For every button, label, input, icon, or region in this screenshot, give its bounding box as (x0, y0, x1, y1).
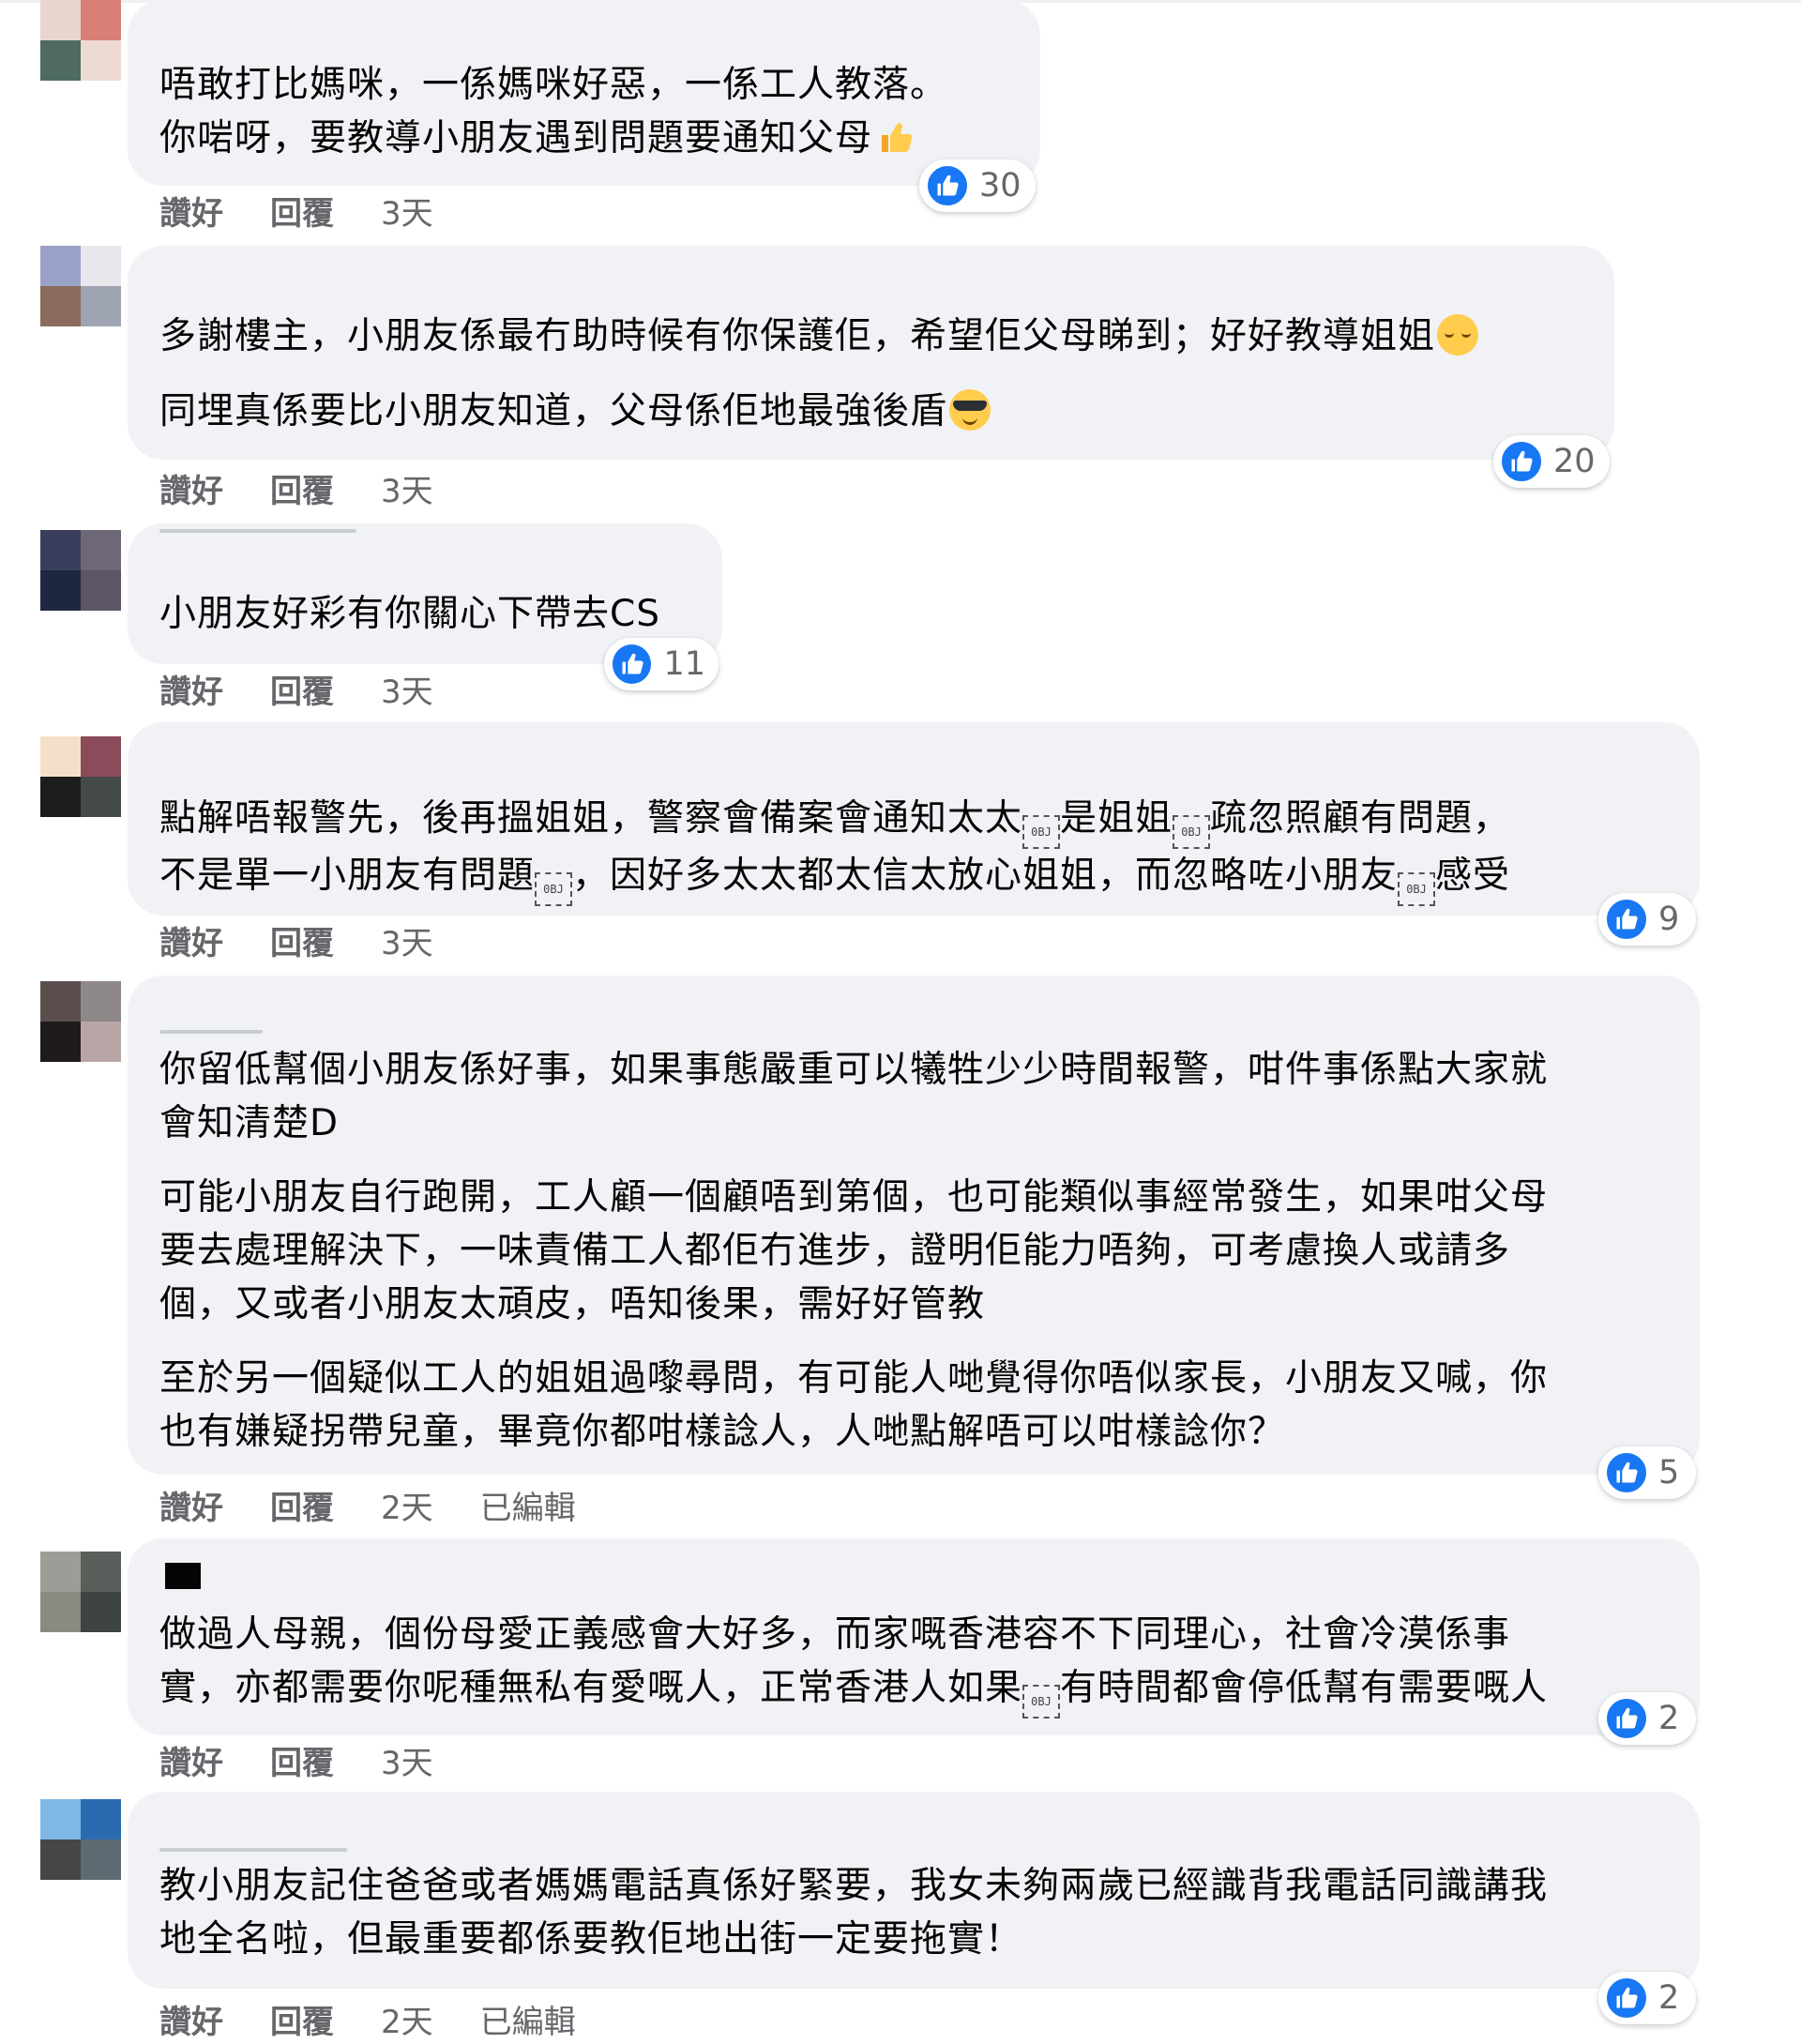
author-name-redacted[interactable] (165, 1563, 201, 1589)
comment-1: 唔敢打比媽咪，一係媽咪好惡，一係工人教落。 你啱呀，要教導小朋友遇到問題要通知父… (0, 0, 1801, 239)
reaction-count: 20 (1553, 443, 1596, 480)
like-button[interactable]: 讚好 (159, 917, 223, 963)
comment-7: 教小朋友記住爸爸或者媽媽電話真係好緊要，我女未夠兩歲已經識背我電話同識講我 地全… (0, 1792, 1801, 2044)
reactions-badge[interactable]: 20 (1493, 435, 1610, 488)
like-reaction-icon (1604, 1450, 1649, 1495)
comment-timestamp[interactable]: 2天 (381, 1482, 433, 1528)
missing-glyph-icon: 0BJ (535, 872, 573, 906)
missing-glyph-icon: 0BJ (1398, 872, 1436, 906)
reply-button[interactable]: 回覆 (270, 1996, 334, 2042)
comment-3: 小朋友好彩有你關心下帶去CS 11 讚好 回覆 3天 (0, 523, 1801, 711)
comment-text: 同埋真係要比小朋友知道，父母係佢地最強後盾 (159, 385, 1582, 438)
comment-text: 至於另一個疑似工人的姐姐過嚟尋問，有可能人哋覺得你唔似家長，小朋友又喊，你 也有… (159, 1357, 1549, 1453)
comment-timestamp[interactable]: 3天 (381, 188, 433, 234)
comment-actions: 讚好 回覆 2天 已編輯 (159, 1996, 576, 2042)
like-reaction-icon (1604, 1976, 1649, 2021)
comment-text: 你留低幫個小朋友係好事，如果事態嚴重可以犧牲少少時間報警，咁件事係點大家就 會知… (159, 1049, 1549, 1144)
missing-glyph-icon: 0BJ (1173, 815, 1211, 849)
comment-timestamp[interactable]: 2天 (381, 1996, 433, 2042)
comment-text: 點解唔報警先，後再搵姐姐，警察會備案會通知太太 0BJ 是姐姐 0BJ 疏忽照顧有問題，… (159, 792, 1668, 906)
comment-6: 做過人母親，個份母愛正義感會大好多，而家嘅香港容不下同理心，社會冷漠係事 實，亦… (0, 1538, 1801, 1784)
avatar[interactable] (40, 0, 121, 81)
missing-glyph-icon: 0BJ (1022, 815, 1061, 849)
reaction-count: 2 (1658, 1979, 1680, 2017)
thumbs-up-emoji-icon (874, 116, 916, 158)
comment-bubble: 多謝樓主，小朋友係最冇助時候有你保護佢，希望佢父母睇到；好好教導姐姐 同埋真係要… (128, 246, 1614, 460)
sunglasses-face-emoji-icon (949, 389, 991, 431)
reply-button[interactable]: 回覆 (270, 465, 334, 511)
missing-glyph-icon: 0BJ (1022, 1685, 1061, 1718)
comment-text: 做過人母親，個份母愛正義感會大好多，而家嘅香港容不下同理心，社會冷漠係事 實，亦… (159, 1608, 1668, 1718)
comment-actions: 讚好 回覆 3天 (159, 465, 433, 511)
reply-button[interactable]: 回覆 (270, 666, 334, 712)
avatar[interactable] (40, 246, 121, 326)
comment-text: 教小朋友記住爸爸或者媽媽電話真係好緊要，我女未夠兩歲已經識背我電話同識講我 地全… (159, 1865, 1549, 1961)
like-button[interactable]: 讚好 (159, 465, 223, 511)
like-reaction-icon (925, 163, 970, 208)
edited-label: 已編輯 (479, 2004, 576, 2041)
like-reaction-icon (1604, 1696, 1649, 1741)
comment-actions: 讚好 回覆 3天 (159, 1737, 433, 1783)
comment-actions: 讚好 回覆 3天 (159, 666, 433, 712)
author-name-placeholder[interactable] (159, 529, 356, 533)
comment-5: 你留低幫個小朋友係好事，如果事態嚴重可以犧牲少少時間報警，咁件事係點大家就 會知… (0, 976, 1801, 1529)
reaction-count: 5 (1658, 1454, 1680, 1491)
reply-button[interactable]: 回覆 (270, 1482, 334, 1528)
comment-2: 多謝樓主，小朋友係最冇助時候有你保護佢，希望佢父母睇到；好好教導姐姐 同埋真係要… (0, 246, 1801, 518)
comment-bubble: 教小朋友記住爸爸或者媽媽電話真係好緊要，我女未夠兩歲已經識背我電話同識講我 地全… (128, 1792, 1700, 1989)
comment-timestamp[interactable]: 3天 (381, 917, 433, 963)
reply-button[interactable]: 回覆 (270, 1737, 334, 1783)
comment-timestamp[interactable]: 3天 (381, 465, 433, 511)
reactions-badge[interactable]: 2 (1598, 1692, 1696, 1745)
comment-bubble: 你留低幫個小朋友係好事，如果事態嚴重可以犧牲少少時間報警，咁件事係點大家就 會知… (128, 976, 1700, 1475)
comment-4: 點解唔報警先，後再搵姐姐，警察會備案會通知太太 0BJ 是姐姐 0BJ 疏忽照顧有問題，… (0, 722, 1801, 966)
like-button[interactable]: 讚好 (159, 1996, 223, 2042)
reaction-count: 30 (979, 167, 1022, 204)
comment-bubble: 做過人母親，個份母愛正義感會大好多，而家嘅香港容不下同理心，社會冷漠係事 實，亦… (128, 1538, 1700, 1735)
comment-timestamp[interactable]: 3天 (381, 1737, 433, 1783)
comment-timestamp[interactable]: 3天 (381, 666, 433, 712)
avatar[interactable] (40, 981, 121, 1062)
reactions-badge[interactable]: 30 (919, 159, 1036, 212)
reactions-badge[interactable]: 5 (1598, 1446, 1696, 1499)
comment-text: 多謝樓主，小朋友係最冇助時候有你保護佢，希望佢父母睇到；好好教導姐姐 (159, 310, 1582, 363)
like-reaction-icon (1604, 897, 1649, 942)
comment-actions: 讚好 回覆 3天 (159, 188, 433, 234)
like-button[interactable]: 讚好 (159, 1737, 223, 1783)
reactions-badge[interactable]: 11 (604, 638, 719, 690)
avatar[interactable] (40, 530, 121, 611)
comment-actions: 讚好 回覆 2天 已編輯 (159, 1482, 576, 1528)
comment-text: 唔敢打比媽咪，一係媽咪好惡，一係工人教落。 你啱呀，要教導小朋友遇到問題要通知父… (159, 64, 948, 159)
relieved-face-emoji-icon (1437, 314, 1479, 356)
avatar[interactable] (40, 736, 121, 817)
comment-text: 可能小朋友自行跑開，工人顧一個顧唔到第個，也可能類似事經常發生，如果咁父母 要去… (159, 1176, 1549, 1325)
reaction-count: 11 (663, 645, 705, 683)
like-button[interactable]: 讚好 (159, 188, 223, 234)
like-button[interactable]: 讚好 (159, 666, 223, 712)
comment-text: 小朋友好彩有你關心下帶去CS (159, 593, 660, 635)
reply-button[interactable]: 回覆 (270, 917, 334, 963)
comment-bubble: 點解唔報警先，後再搵姐姐，警察會備案會通知太太 0BJ 是姐姐 0BJ 疏忽照顧有問題，… (128, 722, 1700, 916)
comment-actions: 讚好 回覆 3天 (159, 917, 433, 963)
avatar[interactable] (40, 1552, 121, 1632)
reactions-badge[interactable]: 9 (1598, 893, 1696, 946)
like-reaction-icon (610, 642, 655, 687)
reply-button[interactable]: 回覆 (270, 188, 334, 234)
reaction-count: 9 (1658, 901, 1680, 938)
author-name-placeholder[interactable] (159, 1848, 347, 1852)
like-reaction-icon (1499, 439, 1544, 484)
author-name-placeholder[interactable] (159, 1030, 263, 1034)
comment-bubble: 唔敢打比媽咪，一係媽咪好惡，一係工人教落。 你啱呀，要教導小朋友遇到問題要通知父… (128, 0, 1040, 186)
avatar[interactable] (40, 1799, 121, 1880)
reactions-badge[interactable]: 2 (1598, 1972, 1696, 2024)
like-button[interactable]: 讚好 (159, 1482, 223, 1528)
reaction-count: 2 (1658, 1700, 1680, 1737)
edited-label: 已編輯 (479, 1490, 576, 1527)
